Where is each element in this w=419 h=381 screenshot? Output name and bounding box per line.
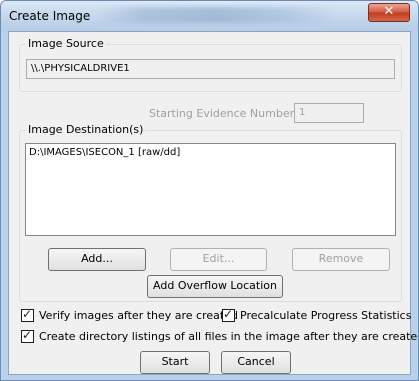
destination-list[interactable]: D:\IMAGES\ISECON_1 [raw/dd] [25, 143, 396, 236]
checkmark-icon: ✓ [22, 328, 33, 342]
dialog-client-area: Image Source \\.\PHYSICALDRIVE1 Starting… [8, 31, 418, 375]
checkmark-icon: ✓ [22, 307, 33, 321]
title-bar-blur [96, 7, 336, 23]
remove-button[interactable]: Remove [292, 248, 390, 271]
precalculate-option[interactable]: ✓ Precalculate Progress Statistics [222, 307, 412, 322]
directory-listing-checkbox[interactable]: ✓ [21, 328, 34, 343]
start-button[interactable]: Start [140, 351, 210, 374]
cancel-button[interactable]: Cancel [221, 351, 291, 374]
image-destination-group: Image Destination(s) D:\IMAGES\ISECON_1 … [19, 123, 402, 302]
directory-listing-option[interactable]: ✓ Create directory listings of all files… [21, 328, 419, 343]
add-overflow-location-button[interactable]: Add Overflow Location [147, 275, 283, 298]
image-source-field[interactable]: \\.\PHYSICALDRIVE1 [26, 59, 395, 79]
evidence-number-label: Starting Evidence Number: [149, 107, 298, 120]
image-destination-group-label: Image Destination(s) [26, 123, 146, 136]
precalculate-label: Precalculate Progress Statistics [240, 309, 412, 322]
verify-images-option[interactable]: ✓ Verify images after they are created [21, 307, 238, 322]
precalculate-checkbox[interactable]: ✓ [222, 307, 235, 322]
window-title: Create Image [9, 9, 91, 23]
verify-images-label: Verify images after they are created [39, 309, 238, 322]
add-button[interactable]: Add... [48, 248, 146, 271]
image-source-group: Image Source \\.\PHYSICALDRIVE1 [19, 37, 402, 92]
evidence-number-value: 1 [299, 107, 306, 118]
close-icon: ✕ [383, 4, 395, 19]
verify-images-checkbox[interactable]: ✓ [21, 307, 34, 322]
checkmark-icon: ✓ [223, 307, 234, 321]
create-image-dialog: Create Image ✕ Image Source \\.\PHYSICAL… [0, 0, 419, 381]
title-bar[interactable]: Create Image ✕ [1, 1, 418, 31]
close-button[interactable]: ✕ [368, 3, 410, 22]
image-source-group-label: Image Source [26, 37, 106, 50]
image-source-value: \\.\PHYSICALDRIVE1 [31, 63, 130, 74]
list-item[interactable]: D:\IMAGES\ISECON_1 [raw/dd] [29, 147, 392, 158]
evidence-number-field[interactable]: 1 [294, 103, 364, 123]
edit-button[interactable]: Edit... [170, 248, 267, 271]
directory-listing-label: Create directory listings of all files i… [39, 330, 419, 343]
